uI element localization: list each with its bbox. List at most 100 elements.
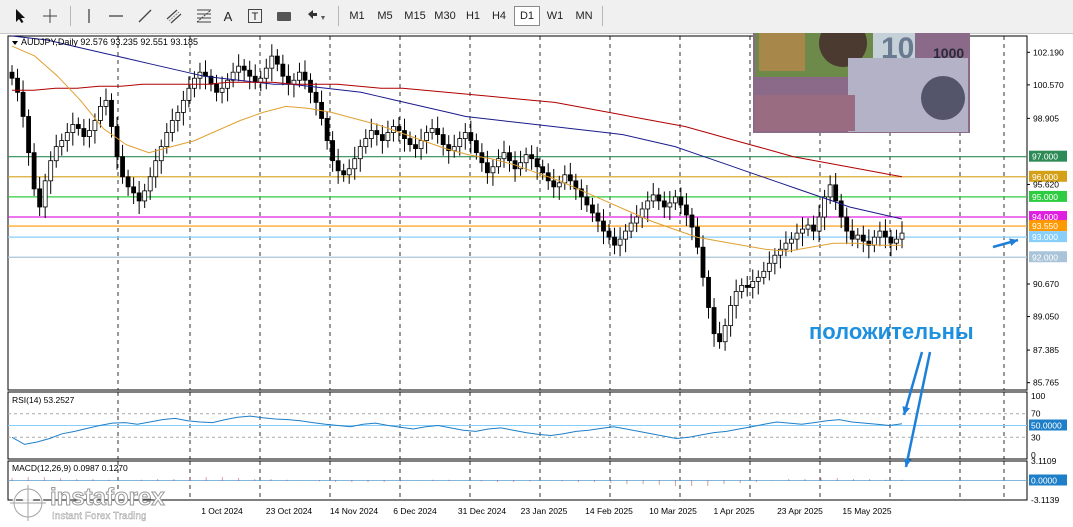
candle-body	[37, 188, 43, 208]
crosshair-icon[interactable]	[38, 6, 62, 26]
toolbar-separator	[338, 6, 339, 26]
candle-body	[650, 194, 656, 202]
timeframe-h4[interactable]: H4	[486, 6, 512, 26]
candle-body	[739, 285, 745, 292]
timeframe-m1[interactable]: M1	[344, 6, 370, 26]
candle-body	[81, 128, 87, 137]
candle-body	[302, 71, 308, 81]
x-axis-date-label: 23 Apr 2025	[777, 506, 823, 516]
candle-body	[551, 180, 557, 188]
candle-body	[623, 230, 629, 240]
timeframe-h1[interactable]: H1	[460, 6, 486, 26]
candle-body	[86, 130, 92, 137]
candle-body	[92, 120, 98, 131]
candle-body	[142, 190, 148, 202]
candle-body	[507, 152, 512, 162]
rectangle-shape	[277, 11, 291, 21]
candle-body	[192, 77, 197, 89]
candle-body	[48, 160, 54, 182]
shapes-icon[interactable]	[273, 6, 295, 26]
banknote-pink	[755, 95, 855, 131]
banknote-aud-stripe	[759, 33, 805, 71]
candle-body	[473, 140, 479, 154]
timeframe-m15[interactable]: M15	[400, 6, 430, 26]
toolbar: A T M1 M5 M15 M30 H1 H4 D1 W1 MN	[0, 0, 1073, 34]
candle-body	[241, 65, 247, 71]
candle-body	[772, 254, 778, 264]
candle-body	[860, 234, 866, 242]
candle-body	[59, 140, 65, 148]
candle-body	[501, 152, 507, 160]
candle-body	[413, 144, 418, 150]
candle-body	[822, 196, 828, 218]
candle-body	[385, 132, 391, 141]
text-icon[interactable]: A	[218, 6, 238, 26]
horizontal-line-icon[interactable]	[104, 6, 128, 26]
fibonacci-icon[interactable]	[192, 6, 216, 26]
vertical-line-icon[interactable]	[78, 6, 100, 26]
candle-body	[440, 134, 446, 146]
candle-body	[258, 77, 264, 83]
toolbar-separator	[70, 6, 71, 26]
candle-body	[871, 236, 877, 246]
candle-body	[755, 276, 761, 282]
candle-body	[606, 230, 612, 238]
candle-body	[31, 152, 37, 190]
cursor-icon[interactable]	[10, 6, 32, 26]
chart-canvas[interactable]: 97.00096.00095.00094.00093.55093.00092.0…	[0, 33, 1073, 527]
candle-body	[617, 238, 623, 246]
candle-body	[147, 176, 153, 192]
candle-body	[53, 146, 59, 162]
candle-body	[180, 99, 186, 113]
timeframe-m30[interactable]: M30	[430, 6, 460, 26]
candle-body	[490, 166, 496, 174]
candle-body	[247, 69, 253, 77]
candle-body	[263, 67, 269, 79]
candle-body	[562, 174, 568, 184]
price-axis-label: 102.190	[1033, 47, 1064, 57]
x-axis-date-label: 1 Apr 2025	[713, 506, 754, 516]
x-axis-date-label: 23 Oct 2024	[266, 506, 313, 516]
candle-body	[877, 230, 883, 238]
timeframe-m5[interactable]: M5	[372, 6, 398, 26]
candle-body	[601, 220, 606, 232]
banknote-jpy-portrait	[921, 76, 965, 120]
rsi-label: RSI(14) 53.2527	[12, 395, 75, 405]
candle-body	[368, 130, 374, 139]
candle-body	[661, 200, 667, 208]
candle-body	[711, 307, 717, 335]
channel-icon[interactable]	[162, 6, 186, 26]
candle-body	[811, 224, 816, 232]
candle-body	[236, 65, 242, 73]
candle-body	[595, 212, 601, 222]
trendline-icon[interactable]	[133, 6, 157, 26]
candle-body	[214, 83, 219, 93]
candle-body	[899, 232, 905, 240]
level-price-label: 97.000	[1032, 152, 1058, 162]
arrows-icon[interactable]	[302, 6, 332, 26]
candle-body	[186, 87, 192, 101]
candle-body	[634, 216, 640, 224]
candle-body	[203, 71, 208, 77]
candle-body	[297, 71, 302, 81]
timeframe-mn[interactable]: MN	[570, 6, 598, 26]
timeframe-w1[interactable]: W1	[542, 6, 568, 26]
instaforex-emblem-icon	[10, 485, 46, 521]
rsi-axis-label: 30	[1031, 432, 1041, 442]
candle-body	[435, 128, 441, 135]
level-price-label: 93.550	[1032, 221, 1058, 231]
candle-body	[75, 124, 81, 129]
candle-body	[379, 134, 385, 141]
text-label-glyph: T	[248, 9, 262, 23]
candle-body	[153, 160, 159, 178]
candle-body	[689, 214, 695, 228]
candle-body	[363, 138, 369, 148]
x-axis-date-label: 10 Mar 2025	[649, 506, 697, 516]
candle-body	[136, 192, 142, 202]
instaforex-tagline: Instant Forex Trading	[52, 511, 147, 522]
timeframe-d1[interactable]: D1	[514, 6, 540, 26]
text-label-icon[interactable]: T	[245, 6, 265, 26]
price-axis-label: 100.570	[1033, 80, 1064, 90]
macd-axis-label: 3.1109	[1031, 456, 1057, 466]
candle-body	[728, 305, 734, 327]
